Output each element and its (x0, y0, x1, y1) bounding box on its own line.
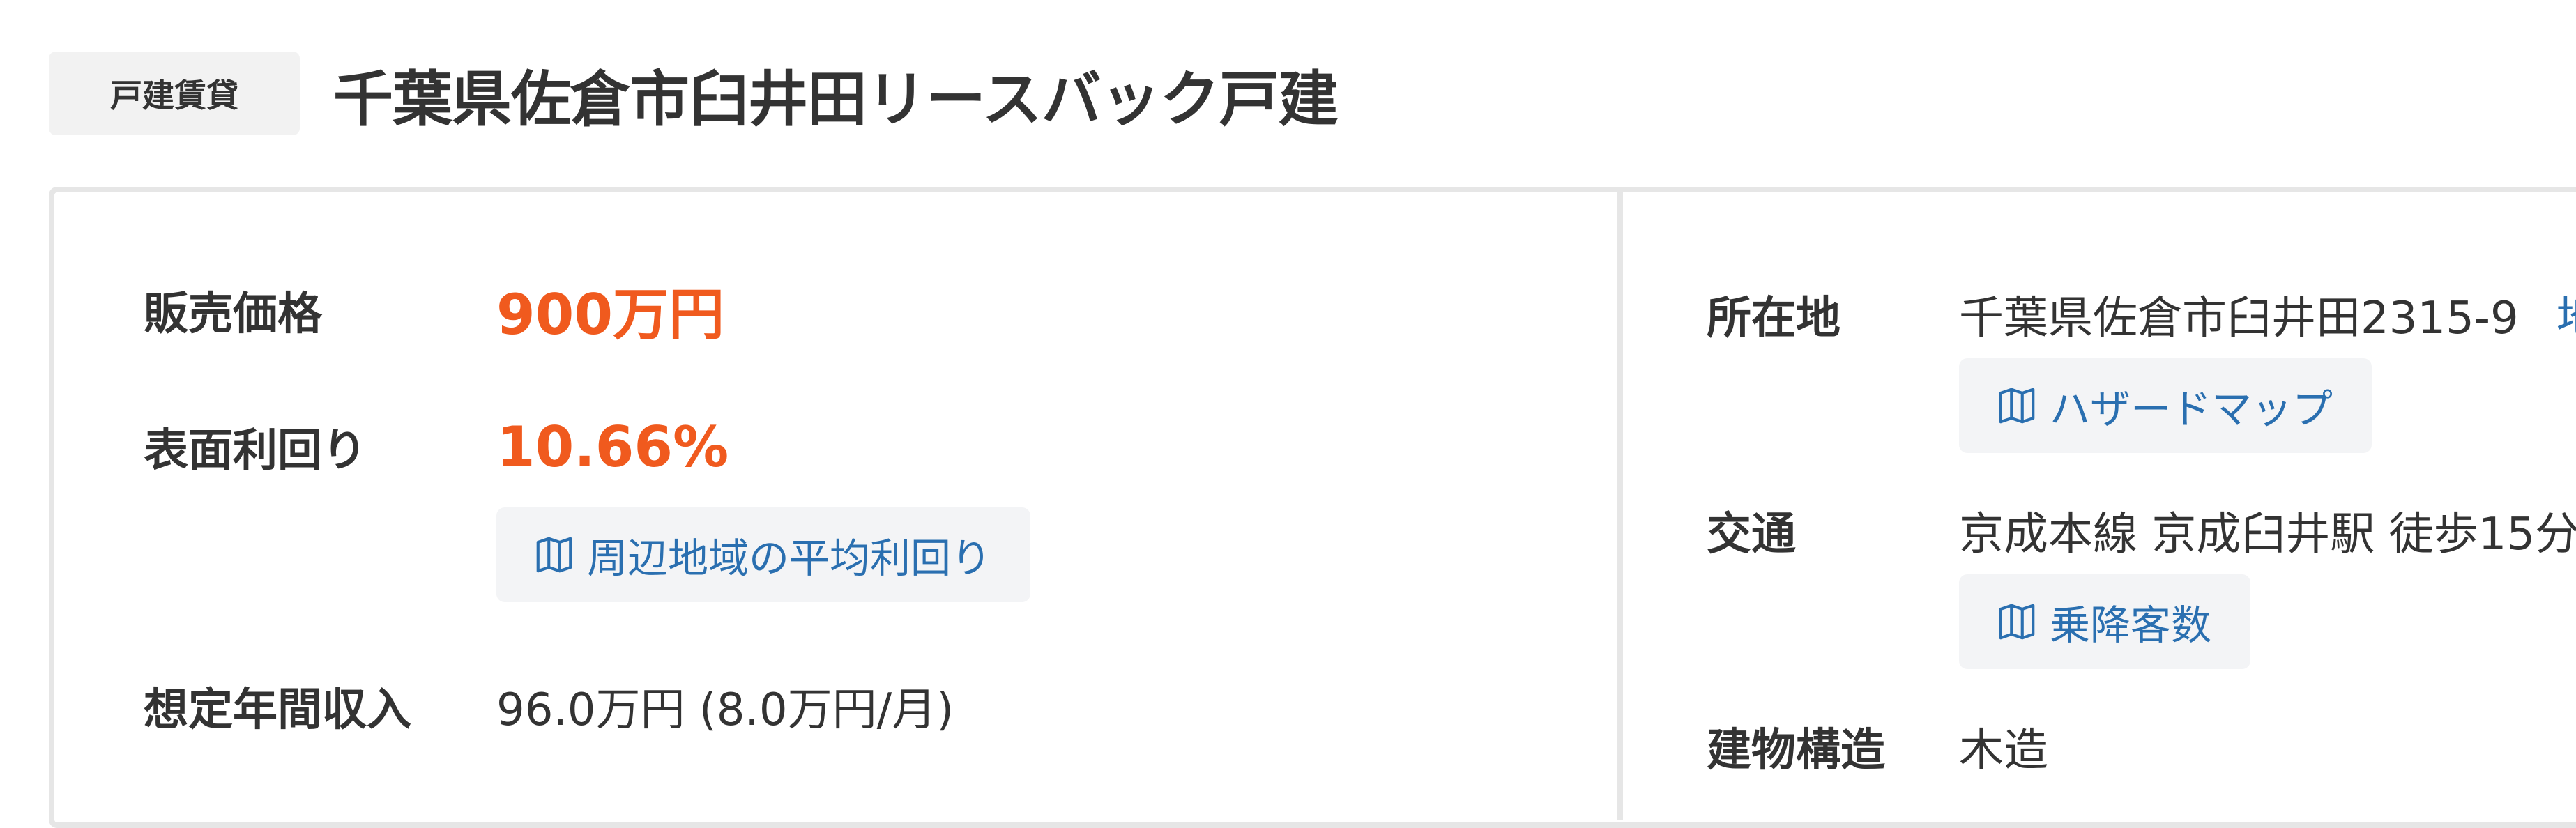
map-icon (1999, 604, 2035, 640)
average-yield-button[interactable]: 周辺地域の平均利回り (496, 507, 1031, 602)
price-value: 900万円 (496, 282, 724, 347)
structure-row: 建物構造 木造 (1707, 715, 2048, 778)
transport-label: 交通 (1707, 509, 1796, 560)
yield-row: 表面利回り 10.66% (144, 414, 729, 480)
transport-row: 交通 京成本線 京成臼井駅 徒歩15分 (1707, 499, 2576, 562)
map-link[interactable]: 地 (2556, 282, 2576, 346)
yield-value: 10.66% (496, 414, 729, 480)
map-icon (1999, 388, 2035, 424)
transport-value: 京成本線 京成臼井駅 徒歩15分 (1959, 509, 2576, 560)
income-value: 96.0万円 (8.0万円/月) (496, 684, 954, 736)
income-label: 想定年間収入 (144, 684, 411, 736)
income-row: 想定年間収入 96.0万円 (8.0万円/月) (144, 675, 954, 737)
price-row: 販売価格 900万円 (144, 279, 724, 347)
yield-label: 表面利回り (144, 425, 367, 477)
panel-divider (1617, 192, 1623, 820)
page-title: 千葉県佐倉市臼井田リースバック戸建 (333, 64, 1339, 135)
property-header: 戸建賃貸 千葉県佐倉市臼井田リースバック戸建 (49, 52, 1339, 135)
map-icon (536, 537, 572, 573)
price-label: 販売価格 (144, 289, 322, 340)
hazard-map-button[interactable]: ハザードマップ (1959, 358, 2372, 453)
location-row: 所在地 千葉県佐倉市臼井田2315-9 地 (1707, 283, 2576, 346)
property-type-badge: 戸建賃貸 (49, 52, 300, 135)
structure-label: 建物構造 (1707, 725, 1885, 776)
average-yield-link-label: 周辺地域の平均利回り (587, 535, 992, 582)
ridership-label: 乗降客数 (2050, 601, 2212, 649)
hazard-map-label: ハザードマップ (2050, 385, 2333, 433)
ridership-button[interactable]: 乗降客数 (1959, 574, 2251, 669)
location-value: 千葉県佐倉市臼井田2315-9 (1959, 293, 2519, 344)
structure-value: 木造 (1959, 725, 2048, 776)
location-label: 所在地 (1707, 293, 1840, 344)
